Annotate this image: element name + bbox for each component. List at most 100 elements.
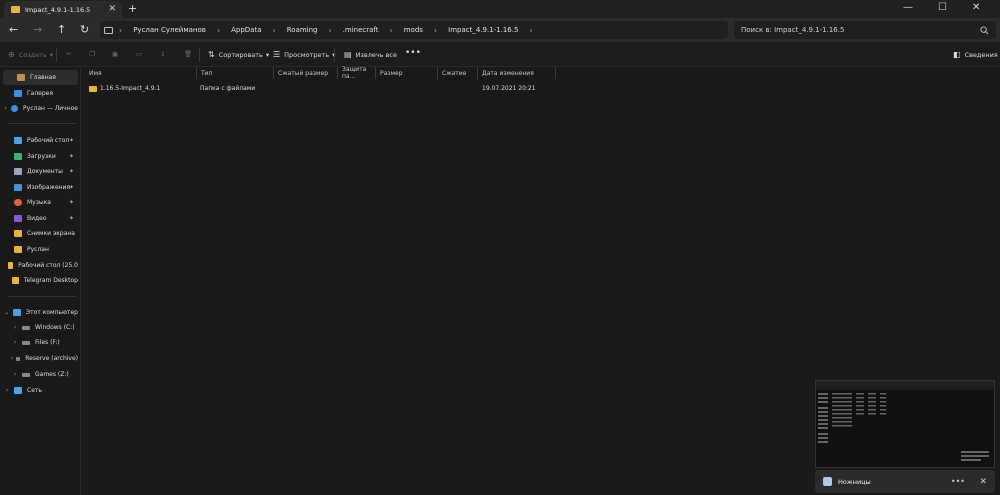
column-header-protection[interactable]: Защита па... — [338, 66, 376, 80]
cut-icon[interactable]: ✂ — [66, 50, 71, 58]
row-name: 1.16.5-Impact_4.9.1 — [100, 85, 161, 92]
sidebar-item-onedrive[interactable]: › Руслан — Личное — [0, 101, 78, 116]
breadcrumb-mods[interactable]: mods — [404, 26, 423, 34]
breadcrumb-user[interactable]: Руслан Сулейманов — [133, 26, 206, 34]
sidebar-item-desktop[interactable]: Рабочий стол ✦ — [0, 133, 78, 148]
column-header-size[interactable]: Размер — [376, 67, 438, 79]
sidebar-item-home[interactable]: Главная — [3, 70, 78, 85]
more-options-icon[interactable]: ••• — [951, 477, 965, 486]
preview-image — [816, 381, 994, 461]
drive-icon — [15, 356, 21, 361]
breadcrumb-minecraft[interactable]: .minecraft — [343, 26, 379, 34]
pin-icon[interactable]: ✦ — [69, 184, 74, 191]
details-label: Сведения — [964, 50, 998, 59]
more-options-button[interactable]: ••• — [405, 48, 421, 58]
close-window-button[interactable]: ✕ — [972, 2, 980, 13]
sidebar-item-label: Telegram Desktop — [23, 277, 78, 284]
sidebar-item-documents[interactable]: Документы ✦ — [0, 164, 78, 179]
column-header-date-modified[interactable]: Дата изменения — [478, 67, 556, 79]
sidebar-item-label: Изображения — [27, 184, 71, 191]
sort-label: Сортировать — [218, 50, 263, 59]
sidebar-item-label: Галерея — [27, 90, 53, 97]
sidebar-item-label: Главная — [30, 74, 56, 81]
chevron-right-icon[interactable]: › — [0, 387, 14, 394]
sidebar-item-gallery[interactable]: Галерея — [0, 86, 78, 101]
chevron-right-icon[interactable]: › — [8, 339, 22, 346]
sidebar-item-downloads[interactable]: Загрузки ✦ — [0, 149, 78, 164]
pin-icon[interactable]: ✦ — [69, 215, 74, 222]
pin-icon[interactable]: ✦ — [69, 168, 74, 175]
details-button[interactable]: ◧ Сведения — [953, 50, 998, 59]
minimize-button[interactable]: — — [903, 2, 913, 13]
drive-icon — [22, 325, 30, 330]
sidebar-item-network[interactable]: › Сеть — [0, 383, 78, 398]
column-label: Защита па... — [342, 66, 367, 80]
address-bar[interactable]: › Руслан Сулейманов › AppData › Roaming … — [100, 21, 728, 39]
computer-icon — [104, 26, 113, 34]
pin-icon[interactable]: ✦ — [69, 153, 74, 160]
refresh-button[interactable]: ↻ — [80, 23, 89, 36]
chevron-right-icon[interactable]: › — [0, 105, 11, 112]
sidebar-item-music[interactable]: Музыка ✦ — [0, 195, 78, 210]
breadcrumb-roaming[interactable]: Roaming — [287, 26, 318, 34]
maximize-button[interactable]: ☐ — [938, 2, 947, 13]
sidebar-item-video[interactable]: Видео ✦ — [0, 211, 78, 226]
chevron-down-icon[interactable]: ⌄ — [0, 309, 13, 316]
title-bar: Impact_4.9.1-1.16.5 ✕ + — ☐ ✕ — [0, 0, 1000, 18]
table-row[interactable]: 1.16.5-Impact_4.9.1 Папка с файлами 19.0… — [85, 83, 565, 95]
view-label: Просмотреть — [284, 50, 330, 59]
sort-button[interactable]: ⇅ Сортировать ▾ — [208, 50, 269, 59]
chevron-right-icon[interactable]: › — [8, 324, 22, 331]
column-label: Сжатие — [442, 69, 467, 77]
sidebar-item-ruslan[interactable]: Руслан — [0, 242, 78, 257]
drive-icon — [22, 372, 30, 377]
forward-button[interactable]: → — [33, 23, 42, 36]
close-icon[interactable]: ✕ — [979, 477, 987, 487]
sidebar-item-label: Руслан — Личное — [23, 105, 78, 112]
crumb-separator: › — [216, 25, 221, 35]
sidebar-item-drive-c[interactable]: › Windows (C:) — [8, 320, 78, 335]
sidebar-item-desktop-backup[interactable]: Рабочий стол (25.0 — [0, 258, 78, 273]
sidebar-item-this-pc[interactable]: ⌄ Этот компьютер — [0, 305, 78, 320]
chevron-right-icon[interactable]: › — [8, 355, 16, 362]
sidebar-item-drive-z[interactable]: › Games (Z:) — [8, 367, 78, 382]
search-input[interactable]: Поиск в: Impact_4.9.1-1.16.5 — [734, 21, 996, 39]
sidebar-item-screenshots[interactable]: Снимки экрана — [0, 226, 78, 241]
sidebar-item-telegram[interactable]: Telegram Desktop — [0, 273, 78, 288]
sidebar-item-label: Видео — [27, 215, 47, 222]
sidebar-item-pictures[interactable]: Изображения ✦ — [0, 180, 78, 195]
sidebar-item-drive-f[interactable]: › Files (F:) — [8, 335, 78, 350]
new-tab-button[interactable]: + — [128, 2, 137, 15]
copy-icon[interactable]: ❐ — [89, 50, 95, 58]
pin-icon[interactable]: ✦ — [69, 137, 74, 144]
up-button[interactable]: ↑ — [57, 23, 66, 36]
column-header-compression[interactable]: Сжатие — [438, 67, 478, 79]
pictures-icon — [14, 184, 22, 191]
share-icon[interactable]: ⇪ — [160, 50, 165, 58]
sidebar-item-label: Games (Z:) — [35, 371, 69, 378]
column-label: Дата изменения — [482, 69, 534, 77]
breadcrumb-appdata[interactable]: AppData — [231, 26, 261, 34]
folder-icon — [8, 262, 14, 269]
column-header-compressed-size[interactable]: Сжатый размер — [274, 67, 338, 79]
column-header-name[interactable]: Имя — [85, 67, 197, 79]
plus-circle-icon: ⊕ — [8, 50, 15, 59]
back-button[interactable]: ← — [9, 23, 18, 36]
view-button[interactable]: ☰Просмотреть▾ — [273, 50, 335, 59]
chevron-right-icon[interactable]: › — [8, 371, 22, 378]
snipping-tool-notification[interactable]: Ножницы ••• ✕ — [815, 470, 995, 493]
create-button[interactable]: ⊕ Создать ▾ — [8, 50, 53, 59]
crumb-separator: › — [433, 25, 438, 35]
paste-icon[interactable]: ▣ — [112, 50, 118, 58]
breadcrumb-impact[interactable]: Impact_4.9.1-1.16.5 — [448, 26, 518, 34]
tab-close-icon[interactable]: ✕ — [108, 4, 116, 14]
pin-icon[interactable]: ✦ — [69, 199, 74, 206]
delete-icon[interactable]: 🗑 — [184, 50, 192, 58]
rename-icon[interactable]: ▭ — [136, 50, 142, 58]
sidebar-item-drive-reserve[interactable]: › Reserve (archive) — [8, 351, 78, 366]
extract-all-button[interactable]: ▤ Извлечь все — [344, 50, 397, 59]
screenshot-preview[interactable] — [815, 380, 995, 468]
tab-active[interactable]: Impact_4.9.1-1.16.5 ✕ — [4, 1, 122, 18]
column-label: Сжатый размер — [278, 69, 329, 77]
column-header-type[interactable]: Тип — [197, 67, 274, 79]
